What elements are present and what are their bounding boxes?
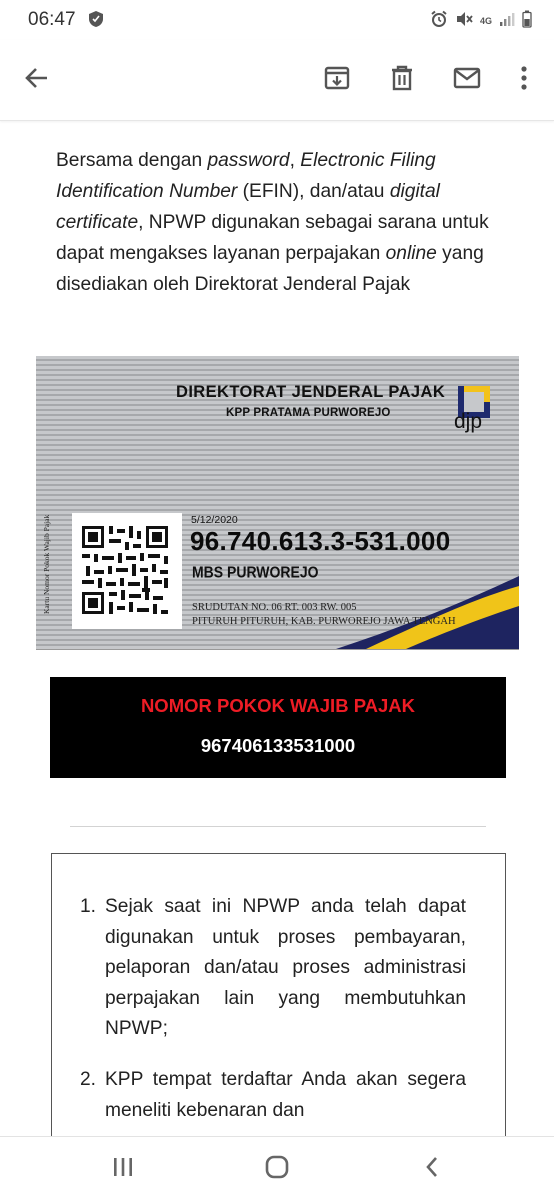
card-side-label: Kartu Nomor Pokok Wajib Pajak — [42, 514, 51, 614]
recents-button[interactable] — [103, 1149, 143, 1189]
more-options-button[interactable] — [504, 60, 544, 100]
nav-back-button[interactable] — [412, 1149, 452, 1189]
status-bar: 06:47 4G — [0, 0, 554, 40]
list-item-number: 2. — [80, 1069, 97, 1090]
intro-segment: (EFIN), dan/atau — [237, 181, 390, 202]
notice-box: 1. Sejak saat ini NPWP anda telah dapat … — [51, 853, 506, 1136]
recents-icon — [112, 1157, 134, 1182]
back-chevron-icon — [424, 1156, 440, 1183]
message-toolbar — [0, 40, 554, 121]
list-item: 1. Sejak saat ini NPWP anda telah dapat … — [80, 892, 466, 1045]
email-body: Bersama dengan password, Electronic Fili… — [0, 121, 554, 1136]
card-office: KPP PRATAMA PURWOREJO — [226, 407, 391, 419]
mute-icon — [455, 10, 473, 33]
card-address-line2: PITURUH PITURUH, KAB. PURWOREJO JAWA TEN… — [192, 616, 456, 627]
mail-icon — [453, 67, 481, 94]
status-icons: 4G — [430, 10, 532, 33]
archive-button[interactable] — [317, 60, 357, 100]
card-npwp-number: 96.740.613.3-531.000 — [190, 526, 451, 556]
intro-segment: , — [289, 150, 301, 171]
intro-segment: Bersama dengan — [56, 150, 208, 171]
banner-title: NOMOR POKOK WAJIB PAJAK — [140, 695, 416, 716]
list-item-text: KPP tempat terdaftar Anda akan segera me… — [105, 1069, 466, 1121]
card-address-line1: SRUDUTAN NO. 06 RT. 003 RW. 005 — [192, 602, 357, 613]
system-navigation-bar — [0, 1136, 554, 1201]
list-item-number: 1. — [80, 896, 97, 917]
back-button[interactable] — [17, 60, 57, 100]
battery-icon — [522, 10, 532, 33]
alarm-icon — [430, 10, 448, 33]
archive-icon — [324, 65, 350, 96]
trash-icon — [390, 65, 414, 96]
mark-unread-button[interactable] — [447, 60, 487, 100]
shield-icon — [88, 10, 104, 33]
card-taxpayer-name: MBS PURWOREJO — [192, 563, 319, 581]
home-icon — [265, 1155, 289, 1184]
more-vertical-icon — [521, 65, 527, 95]
signal-icon — [499, 11, 515, 32]
npwp-card-image[interactable]: DIREKTORAT JENDERAL PAJAK KPP PRATAMA PU… — [36, 356, 519, 650]
delete-button[interactable] — [382, 60, 422, 100]
intro-paragraph: Bersama dengan password, Electronic Fili… — [56, 145, 501, 300]
banner-npwp-number: 967406133531000 — [200, 735, 356, 756]
card-date: 5/12/2020 — [191, 514, 238, 526]
network-type-label: 4G — [479, 16, 492, 26]
arrow-back-icon — [24, 65, 50, 96]
list-item: 2. KPP tempat terdaftar Anda akan segera… — [80, 1065, 466, 1126]
card-institution: DIREKTORAT JENDERAL PAJAK — [176, 383, 446, 401]
npwp-banner: NOMOR POKOK WAJIB PAJAK 967406133531000 — [50, 677, 506, 778]
intro-segment: online — [385, 243, 437, 264]
divider — [70, 826, 486, 827]
status-time: 06:47 — [28, 9, 76, 30]
intro-segment: password — [207, 150, 290, 171]
qr-code — [72, 513, 182, 629]
djp-logo-text: djp — [454, 410, 483, 433]
list-item-text: Sejak saat ini NPWP anda telah dapat dig… — [105, 896, 466, 1039]
home-button[interactable] — [257, 1149, 297, 1189]
